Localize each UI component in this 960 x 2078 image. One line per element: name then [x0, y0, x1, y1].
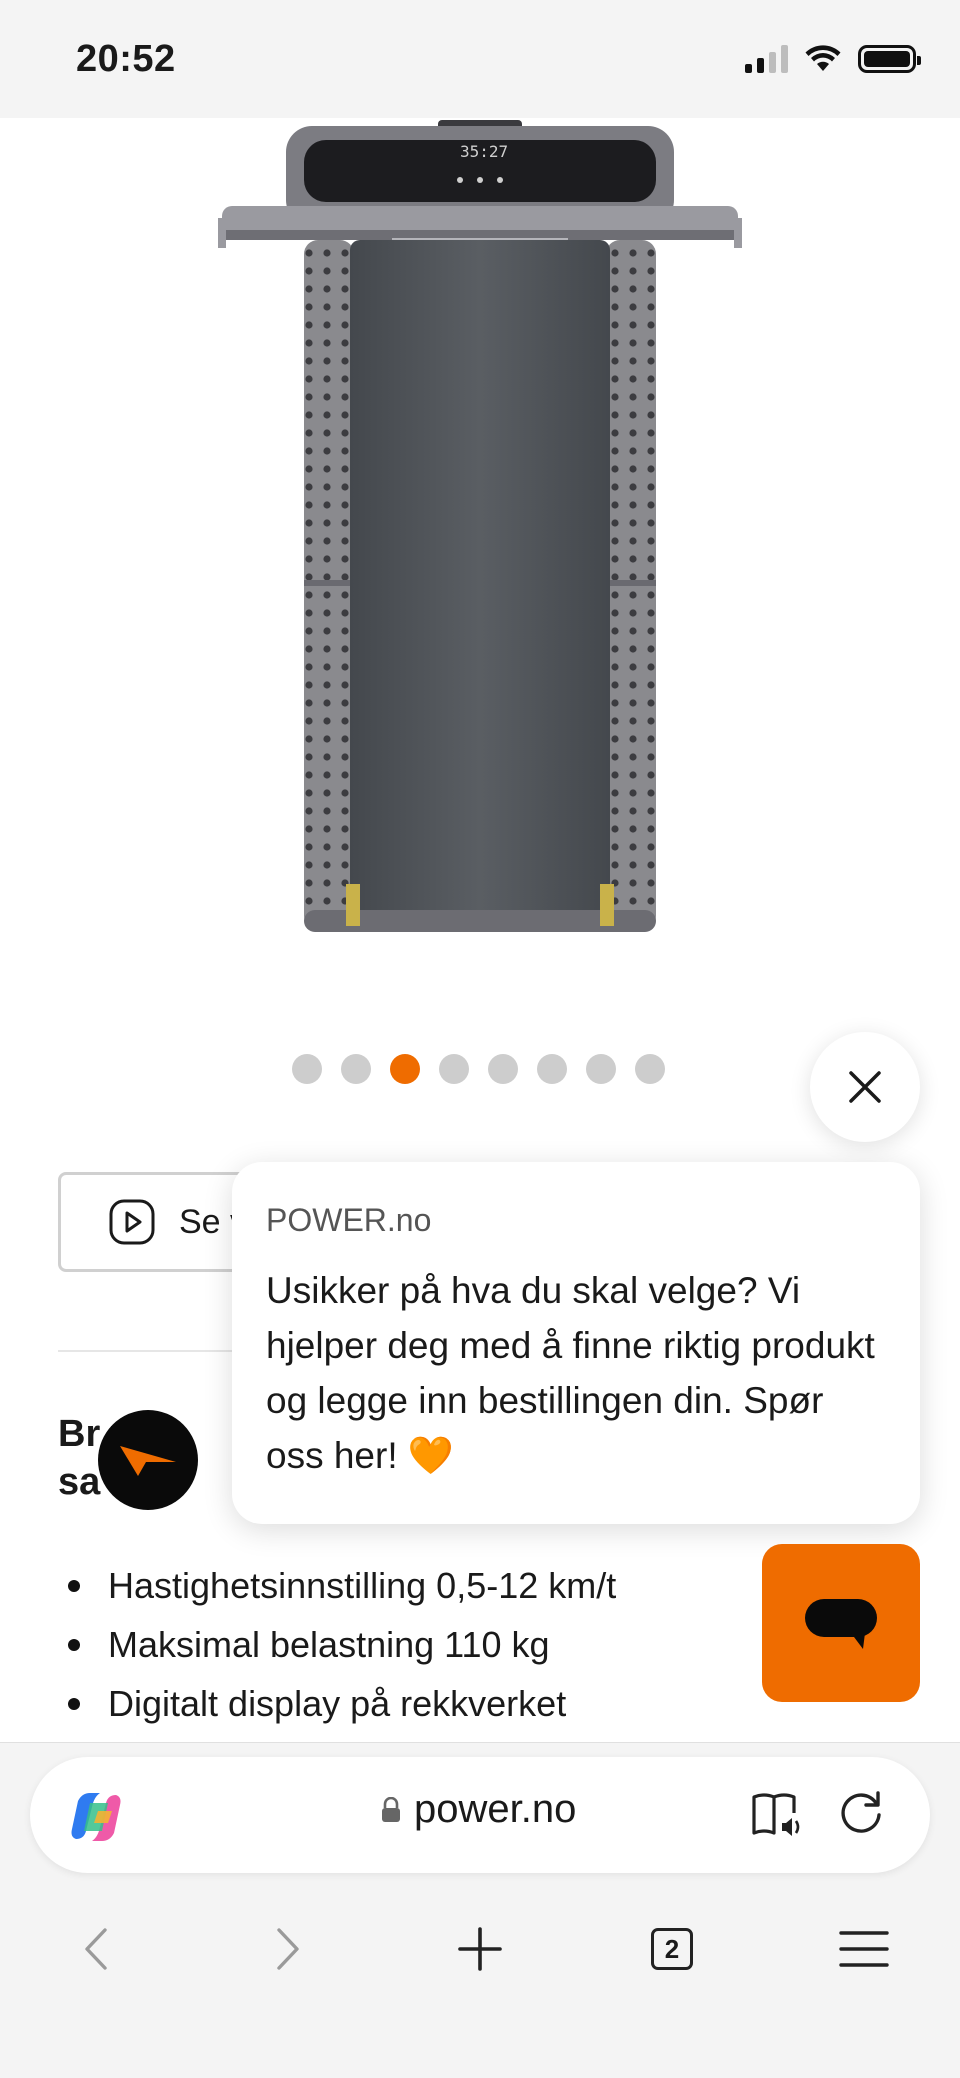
carousel-dot-6[interactable] [537, 1054, 567, 1084]
carousel-dot-1[interactable] [292, 1054, 322, 1084]
new-tab-button[interactable] [450, 1919, 510, 1979]
chat-launcher-button[interactable] [762, 1544, 920, 1702]
menu-button[interactable] [834, 1919, 894, 1979]
read-aloud-icon[interactable] [750, 1791, 806, 1839]
carousel-dot-3-active[interactable] [390, 1054, 420, 1084]
chevron-right-icon [277, 1928, 299, 1970]
chat-bubble-icon [805, 1599, 877, 1649]
product-image-treadmill[interactable]: 35:27 [210, 118, 750, 948]
status-time: 20:52 [76, 38, 176, 80]
browser-nav-row: 2 [0, 1899, 960, 1999]
copilot-icon[interactable] [68, 1789, 124, 1845]
carousel-dot-7[interactable] [586, 1054, 616, 1084]
carousel-dot-2[interactable] [341, 1054, 371, 1084]
carousel-dots [292, 1054, 665, 1084]
console-readout: 35:27 [460, 142, 508, 161]
lock-icon [382, 1796, 400, 1822]
feature-item: Maksimal belastning 110 kg [58, 1615, 616, 1674]
plus-icon [458, 1927, 502, 1971]
play-icon [109, 1199, 155, 1245]
tab-count-icon: 2 [651, 1928, 693, 1970]
chevron-left-icon [85, 1928, 107, 1970]
feature-list: Hastighetsinnstilling 0,5-12 km/t Maksim… [58, 1556, 616, 1733]
chat-close-button[interactable] [810, 1032, 920, 1142]
cellular-signal-icon [745, 45, 788, 73]
close-icon [849, 1071, 881, 1103]
carousel-dot-8[interactable] [635, 1054, 665, 1084]
url-display[interactable]: power.no [380, 1787, 576, 1832]
address-bar[interactable]: power.no [30, 1757, 930, 1873]
feature-item: Hastighetsinnstilling 0,5-12 km/t [58, 1556, 616, 1615]
hamburger-menu-icon [839, 1931, 889, 1967]
chat-popup[interactable]: POWER.no Usikker på hva du skal velge? V… [232, 1162, 920, 1524]
status-icons [745, 42, 921, 76]
carousel-dot-4[interactable] [439, 1054, 469, 1084]
status-bar: 20:52 [0, 0, 960, 118]
wifi-icon [805, 45, 841, 71]
chat-message: Usikker på hva du skal velge? Vi hjelper… [266, 1270, 875, 1476]
power-logo-icon[interactable] [98, 1410, 198, 1510]
url-text: power.no [414, 1787, 577, 1831]
reload-icon[interactable] [836, 1789, 886, 1839]
back-button[interactable] [66, 1919, 126, 1979]
forward-button[interactable] [258, 1919, 318, 1979]
carousel-dot-5[interactable] [488, 1054, 518, 1084]
battery-icon [858, 45, 921, 73]
browser-toolbar: power.no 2 [0, 1742, 960, 2078]
tabs-button[interactable]: 2 [642, 1919, 702, 1979]
feature-item: Digitalt display på rekkverket [58, 1674, 616, 1733]
chat-source: POWER.no [266, 1202, 432, 1238]
